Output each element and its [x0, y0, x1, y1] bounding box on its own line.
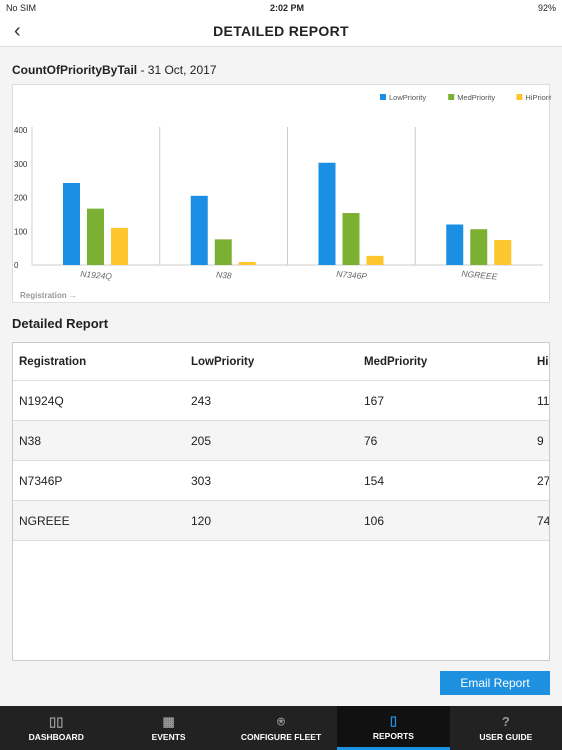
table-cell: 154: [364, 474, 385, 488]
y-tick-label: 300: [14, 160, 28, 169]
bar-lowpriority-n1924q: [63, 182, 80, 265]
tab-reports[interactable]: ▯ REPORTS: [337, 706, 450, 750]
table-row[interactable]: NGREEE 120 106 74: [13, 501, 550, 541]
y-tick-label: 0: [14, 261, 19, 270]
table-cell: HiPriority: [537, 356, 549, 368]
report-name: CountOfPriorityByTail: [12, 63, 138, 77]
table-cell: 27: [537, 474, 550, 488]
x-tick-label: N1924Q: [80, 269, 113, 282]
legend-swatch: [380, 94, 386, 100]
table-cell: 106: [364, 514, 385, 528]
nav-header: ‹ DETAILED REPORT: [0, 16, 562, 47]
tab-user-guide[interactable]: ? USER GUIDE: [450, 706, 562, 750]
tab-label: DASHBOARD: [28, 732, 84, 742]
table-cell: 167: [364, 394, 385, 408]
page-title: DETAILED REPORT: [213, 23, 349, 39]
dashboard-icon: ▯▯: [49, 714, 64, 729]
legend-label: LowPriority: [389, 93, 426, 102]
table-cell: LowPriority: [191, 356, 255, 368]
report-date: - 31 Oct, 2017: [137, 63, 217, 77]
email-report-button[interactable]: Email Report: [440, 671, 550, 695]
table-row[interactable]: N1924Q 243 167 110: [13, 381, 550, 421]
document-icon: ▯: [389, 712, 397, 728]
aircraft-icon: ⍟: [277, 714, 285, 729]
carrier: No SIM: [6, 3, 37, 13]
tab-label: CONFIGURE FLEET: [240, 732, 322, 742]
tab-label: USER GUIDE: [479, 732, 533, 742]
x-axis-label: Registration →: [20, 291, 77, 300]
bar-hipriority-n1924q: [111, 227, 128, 265]
bar-hipriority-ngreee: [494, 240, 512, 265]
chart-svg: 0 100 200 300 400 N1924Q N38 N7346P NGREEE Regist…: [14, 93, 556, 300]
y-tick-label: 100: [14, 227, 28, 236]
table-cell: Registration: [19, 356, 87, 368]
bar-lowpriority-ngreee: [446, 224, 464, 265]
report-table[interactable]: Registration LowPriority MedPriority HiPrio…: [12, 342, 550, 661]
bar-hipriority-n7346p: [366, 255, 384, 265]
table-cell: N7346P: [19, 474, 63, 488]
tab-label: EVENTS: [151, 732, 186, 742]
status-bar: No SIM 2:02 PM 92%: [0, 0, 562, 16]
calendar-icon: ▦: [162, 714, 175, 729]
x-tick-label: N38: [216, 269, 233, 280]
table-cell: 243: [191, 394, 212, 408]
table-cell: 120: [191, 514, 212, 528]
table-cell: N38: [19, 434, 42, 448]
legend-swatch: [516, 94, 523, 100]
table-cell: 205: [191, 434, 212, 448]
clock: 2:02 PM: [269, 3, 304, 13]
table-cell: 110: [537, 394, 550, 408]
back-chevron-icon[interactable]: ‹: [14, 20, 21, 43]
legend-label: HiPriority: [525, 93, 551, 102]
bar-medpriority-n38: [214, 239, 232, 265]
bar-medpriority-n1924q: [87, 208, 104, 265]
table-row[interactable]: N7346P 303 154 27: [13, 461, 550, 501]
table-cell: 74: [537, 514, 550, 528]
report-title: CountOfPriorityByTail - 31 Oct, 2017: [12, 63, 217, 77]
bar-hipriority-n38: [238, 261, 256, 265]
tab-events[interactable]: ▦ EVENTS: [112, 706, 224, 750]
section-title: Detailed Report: [12, 316, 109, 331]
table-cell: 9: [537, 434, 544, 448]
bar-lowpriority-n38: [190, 195, 208, 265]
table-cell: N1924Q: [19, 394, 64, 408]
tab-dashboard[interactable]: ▯▯ DASHBOARD: [0, 706, 112, 750]
question-icon: ?: [501, 714, 510, 729]
legend-swatch: [448, 94, 455, 100]
bar-lowpriority-n7346p: [318, 162, 336, 265]
table-cell: 303: [191, 474, 212, 488]
bar-chart: 0 100 200 300 400 N1924Q N38 N7346P NGREEE Regist…: [12, 84, 556, 303]
table-cell: MedPriority: [364, 356, 428, 368]
x-tick-label: NGREEE: [461, 268, 498, 281]
tab-bar: ▯▯ DASHBOARD ▦ EVENTS ⍟ CONFIGURE FLEET ▯ REPOR…: [0, 706, 562, 750]
legend-label: MedPriority: [457, 93, 495, 102]
y-tick-label: 200: [14, 194, 28, 203]
bar-medpriority-ngreee: [470, 229, 488, 265]
table-row[interactable]: N38 205 76 9: [13, 421, 549, 461]
tab-label: REPORTS: [372, 730, 414, 741]
bar-medpriority-n7346p: [342, 213, 360, 265]
table-cell: NGREEE: [19, 514, 70, 528]
tab-configure-fleet[interactable]: ⍟ CONFIGURE FLEET: [225, 706, 337, 750]
battery: 92%: [537, 3, 556, 13]
table-cell: 76: [364, 434, 378, 448]
table-header-row: Registration LowPriority MedPriority HiPrio…: [13, 343, 549, 381]
x-tick-label: N7346P: [336, 269, 368, 282]
y-tick-label: 400: [14, 126, 28, 135]
